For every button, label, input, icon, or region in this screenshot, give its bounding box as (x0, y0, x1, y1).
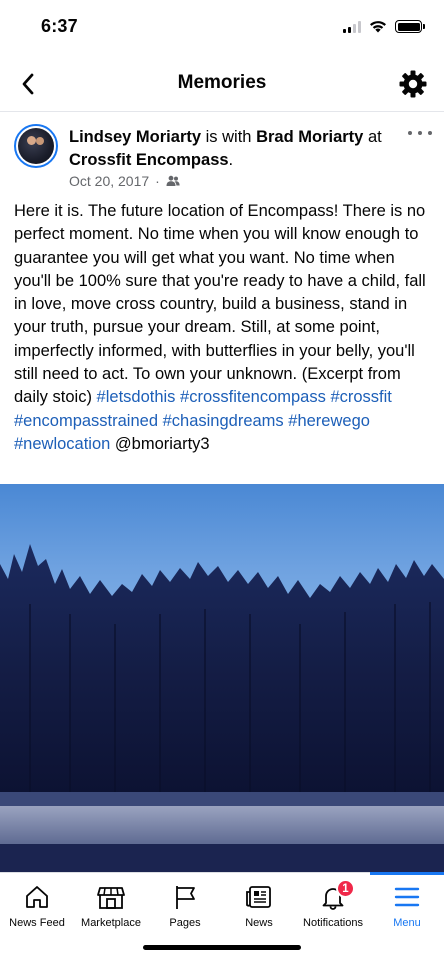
tagged-name-link[interactable]: Brad Moriarty (256, 128, 363, 146)
with-text: is with (205, 128, 252, 146)
bottom-navigation: News Feed Marketplace Pages News 1 Notif… (0, 872, 444, 934)
hashtag-link[interactable]: #newlocation (14, 435, 110, 453)
page-title: Memories (177, 72, 267, 93)
nav-notifications[interactable]: 1 Notifications (296, 873, 370, 934)
location-link[interactable]: Crossfit Encompass (69, 151, 229, 169)
hashtag-link[interactable]: #herewego (288, 412, 370, 430)
gear-icon (399, 70, 427, 98)
battery-icon (395, 20, 425, 33)
hashtag-link[interactable]: #crossfitencompass (180, 388, 326, 406)
post-body: Here it is. The future location of Encom… (14, 202, 426, 407)
status-time: 6:37 (41, 16, 78, 36)
status-bar: 6:37 (0, 0, 444, 56)
mention-link[interactable]: @bmoriarty3 (115, 435, 210, 453)
settings-button[interactable] (396, 67, 430, 101)
post-photo[interactable] (0, 484, 444, 872)
nav-label: News Feed (9, 917, 65, 929)
post-text: Here it is. The future location of Encom… (14, 200, 434, 456)
hashtag-link[interactable]: #crossfit (330, 388, 391, 406)
hashtag-link[interactable]: #letsdothis (97, 388, 176, 406)
home-icon (26, 886, 48, 908)
menu-icon (394, 887, 420, 907)
avatar[interactable] (14, 124, 58, 168)
post-header: Lindsey Moriarty is with Brad Moriarty a… (0, 120, 444, 192)
nav-news-feed[interactable]: News Feed (0, 873, 74, 934)
nav-label: Notifications (303, 917, 363, 929)
top-header: Memories (0, 56, 444, 112)
friends-audience-icon (166, 175, 180, 186)
flag-icon (176, 886, 195, 909)
nav-label: Marketplace (81, 917, 141, 929)
nav-marketplace[interactable]: Marketplace (74, 873, 148, 934)
hashtag-link[interactable]: #encompasstrained (14, 412, 158, 430)
newspaper-icon (246, 886, 271, 908)
nav-label: Menu (393, 917, 421, 929)
tree-line-image (0, 544, 444, 872)
author-name-link[interactable]: Lindsey Moriarty (69, 128, 201, 146)
nav-label: Pages (169, 917, 201, 929)
post-meta: Oct 20, 2017 · (69, 173, 180, 189)
nav-menu[interactable]: Menu (370, 872, 444, 934)
post-date[interactable]: Oct 20, 2017 (69, 173, 149, 189)
meta-separator: · (155, 173, 160, 189)
notification-badge: 1 (336, 879, 355, 898)
nav-label: News (245, 917, 273, 929)
nav-news[interactable]: News (222, 873, 296, 934)
location-suffix: . (228, 151, 234, 169)
more-options-button[interactable] (408, 126, 432, 140)
shop-icon (97, 887, 125, 909)
nav-pages[interactable]: Pages (148, 873, 222, 934)
at-text: at (367, 128, 382, 146)
wifi-icon (370, 21, 386, 33)
home-indicator[interactable] (143, 945, 301, 950)
post-author-line: Lindsey Moriarty is with Brad Moriarty a… (69, 126, 399, 172)
hashtag-link[interactable]: #chasingdreams (163, 412, 284, 430)
status-icons (343, 20, 425, 33)
cellular-signal-icon (343, 20, 361, 33)
